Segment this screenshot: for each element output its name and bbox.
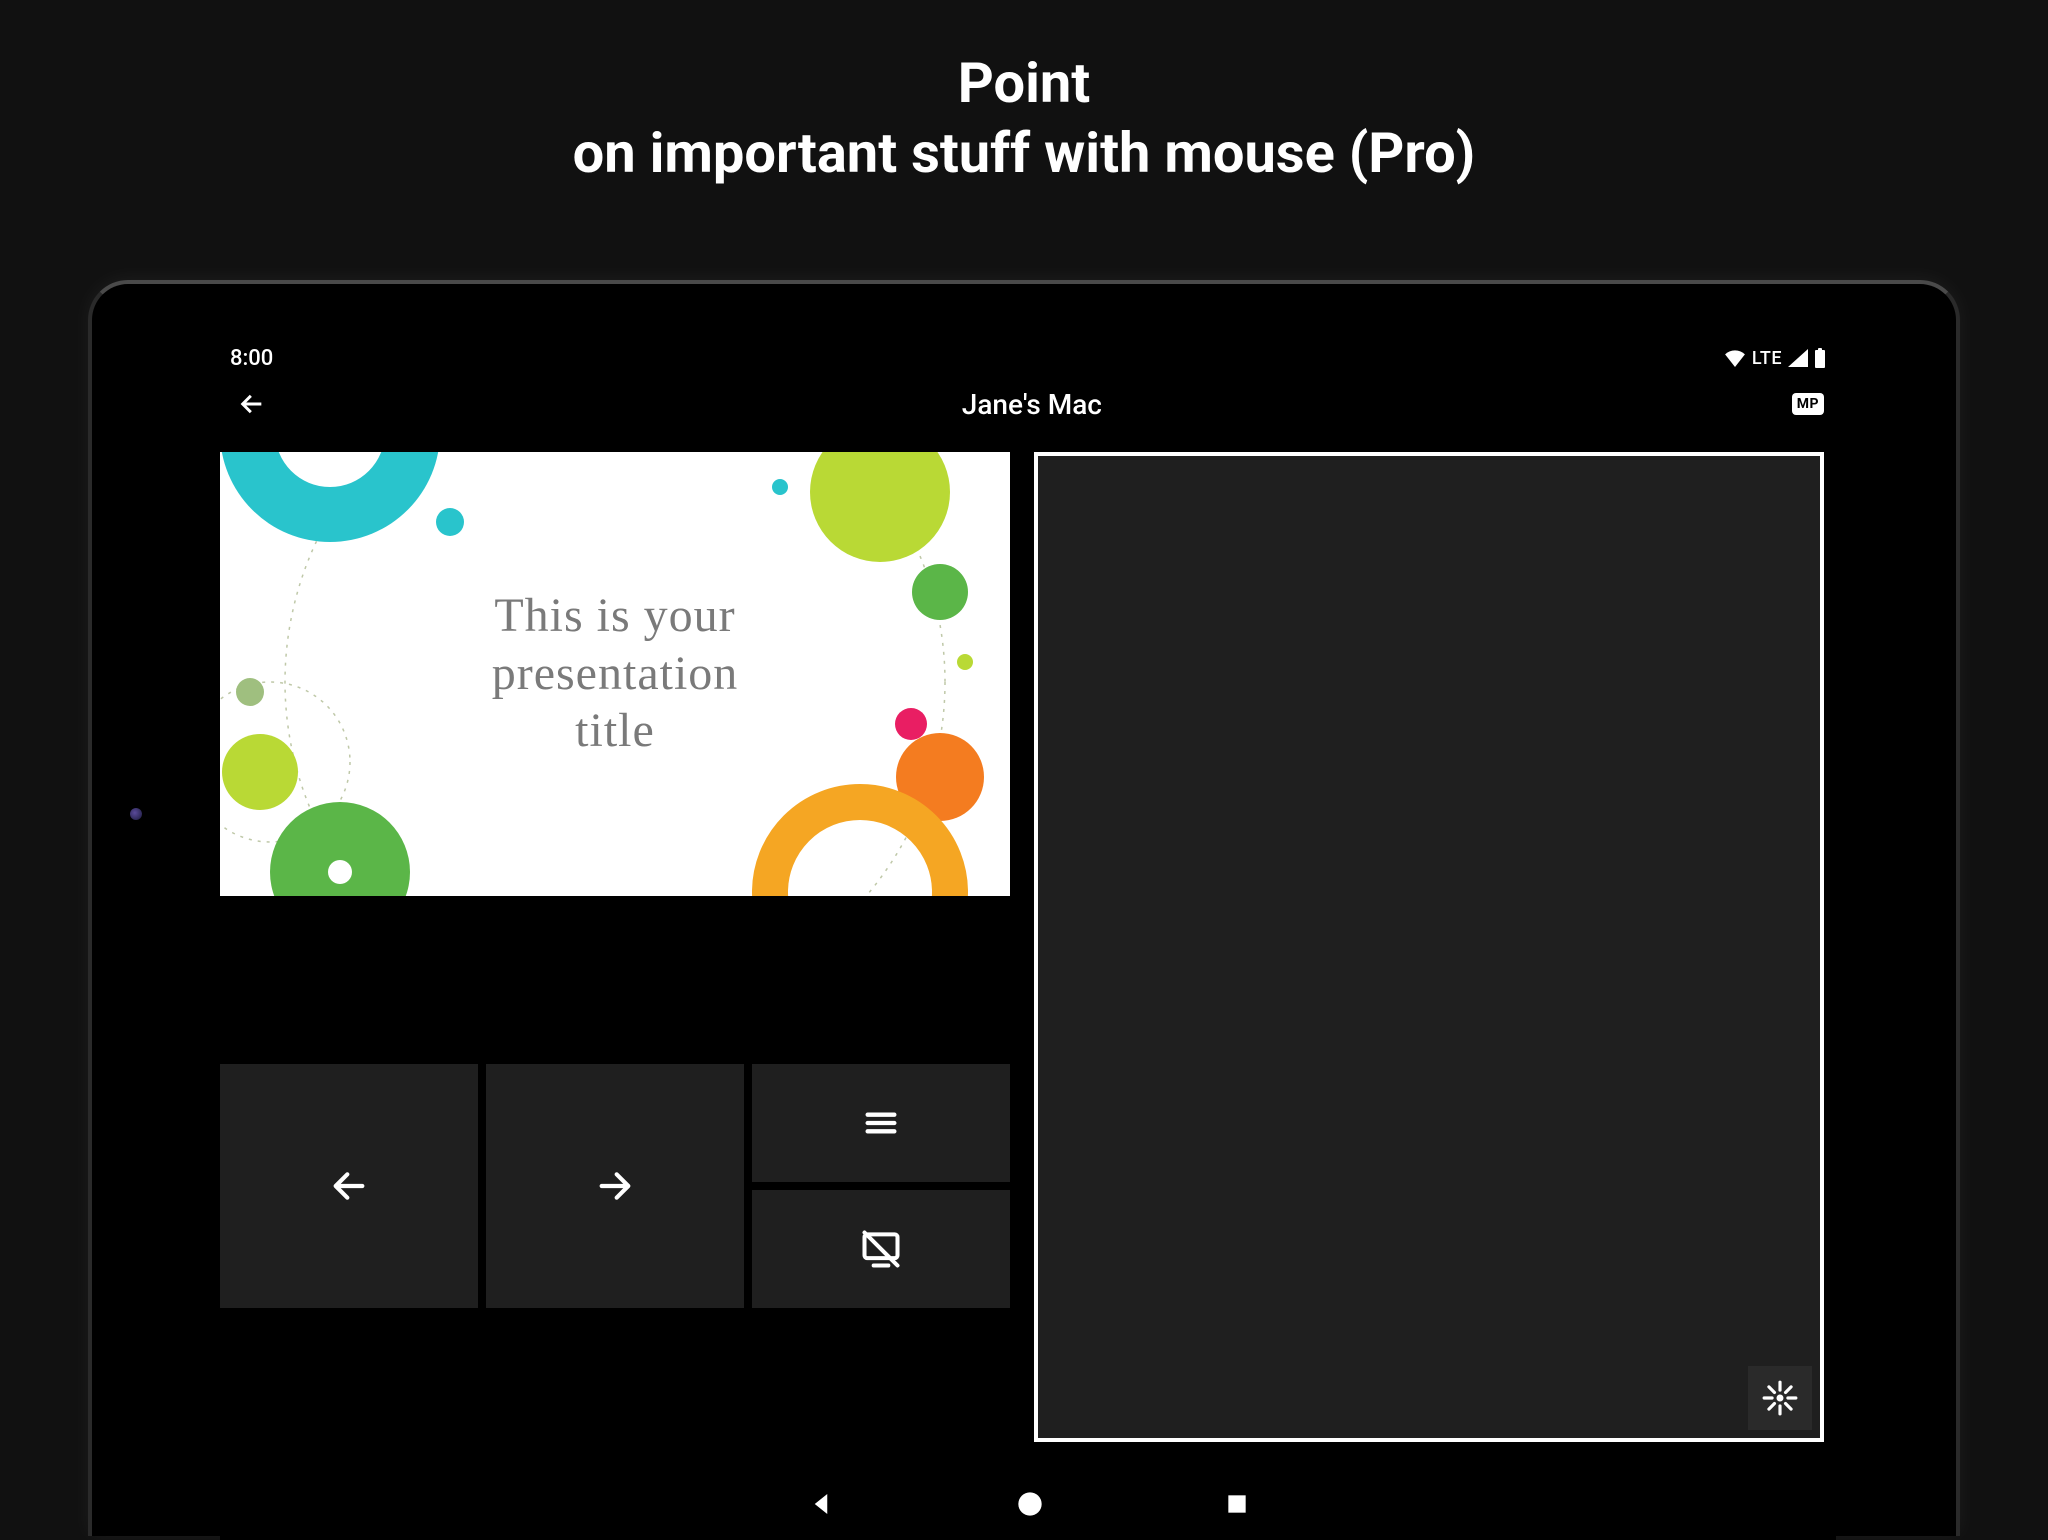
circle-home-icon [1016, 1490, 1044, 1518]
arrow-left-icon [329, 1166, 369, 1206]
slide-title-line3: title [220, 702, 1010, 760]
left-column: This is your presentation title [220, 452, 1010, 1452]
promo-headline: Point on important stuff with mouse (Pro… [0, 0, 2048, 188]
no-monitor-icon [859, 1227, 903, 1271]
tablet-frame: 8:00 LTE Jane's Mac MP [88, 280, 1960, 1536]
mouse-trackpad[interactable] [1034, 452, 1824, 1442]
headline-line1: Point [0, 48, 2048, 118]
next-slide-button[interactable] [486, 1064, 744, 1308]
stop-presentation-button[interactable] [752, 1190, 1010, 1308]
triangle-back-icon [806, 1489, 836, 1519]
arrow-right-icon [595, 1166, 635, 1206]
status-indicators: LTE [1724, 348, 1826, 369]
header-title: Jane's Mac [272, 388, 1792, 421]
hamburger-icon [861, 1103, 901, 1143]
prev-slide-button[interactable] [220, 1064, 478, 1308]
square-recent-icon [1224, 1491, 1250, 1517]
status-bar: 8:00 LTE [220, 340, 1836, 376]
headline-line2: on important stuff with mouse (Pro) [0, 118, 2048, 188]
android-navbar [220, 1468, 1836, 1540]
arrow-left-icon [238, 390, 266, 418]
network-label: LTE [1752, 348, 1782, 369]
slide-title-line1: This is your [220, 587, 1010, 645]
slide-preview[interactable]: This is your presentation title [220, 452, 1010, 896]
signal-icon [1788, 349, 1808, 367]
battery-icon [1814, 348, 1826, 368]
status-time: 8:00 [230, 346, 273, 371]
nav-recent-button[interactable] [1224, 1491, 1250, 1517]
mp-badge[interactable]: MP [1792, 393, 1824, 415]
app-header: Jane's Mac MP [220, 376, 1836, 432]
nav-back-button[interactable] [806, 1489, 836, 1519]
device-screen: 8:00 LTE Jane's Mac MP [220, 340, 1836, 1540]
slide-title-line2: presentation [220, 645, 1010, 703]
menu-button[interactable] [752, 1064, 1010, 1182]
wifi-icon [1724, 349, 1746, 367]
main-area: This is your presentation title [220, 452, 1836, 1452]
nav-home-button[interactable] [1016, 1490, 1044, 1518]
burst-icon [1761, 1379, 1799, 1417]
back-button[interactable] [232, 384, 272, 424]
slide-title: This is your presentation title [220, 587, 1010, 760]
camera-dot [130, 808, 142, 820]
laser-pointer-button[interactable] [1748, 1366, 1812, 1430]
slide-controls [220, 1064, 1010, 1308]
